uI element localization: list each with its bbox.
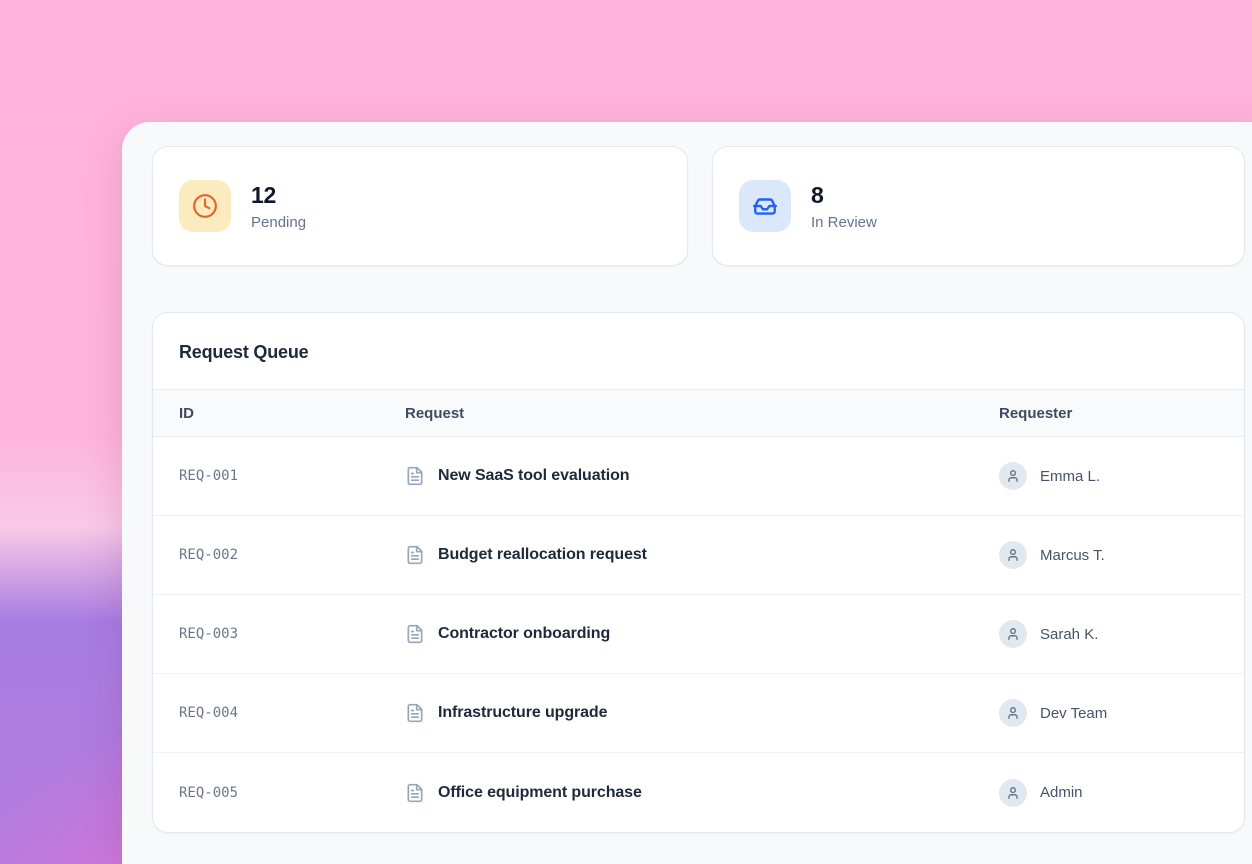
requester-cell: Sarah K. bbox=[999, 620, 1244, 648]
column-header-requester: Requester bbox=[999, 405, 1244, 422]
table-body: REQ-001 New SaaS tool evaluation bbox=[153, 437, 1244, 832]
requester-name: Admin bbox=[1040, 784, 1083, 801]
in-review-label: In Review bbox=[811, 214, 877, 231]
column-header-id: ID bbox=[179, 405, 405, 422]
request-title: Office equipment purchase bbox=[438, 784, 642, 802]
avatar bbox=[999, 699, 1027, 727]
avatar bbox=[999, 462, 1027, 490]
request-title: Infrastructure upgrade bbox=[438, 704, 607, 722]
table-row[interactable]: REQ-003 Contractor onboarding Sa bbox=[153, 595, 1244, 674]
requester-cell: Dev Team bbox=[999, 699, 1244, 727]
column-header-request: Request bbox=[405, 405, 999, 422]
user-icon bbox=[1006, 786, 1020, 800]
user-icon bbox=[1006, 627, 1020, 641]
requester-cell: Admin bbox=[999, 779, 1244, 807]
clock-icon bbox=[179, 180, 231, 232]
request-title-cell: Contractor onboarding bbox=[405, 624, 999, 644]
table-row[interactable]: REQ-005 Office equipment purchase bbox=[153, 753, 1244, 832]
avatar bbox=[999, 779, 1027, 807]
stat-card-in-review: 8 In Review bbox=[712, 146, 1245, 266]
request-id: REQ-005 bbox=[179, 785, 405, 801]
user-icon bbox=[1006, 548, 1020, 562]
request-id: REQ-002 bbox=[179, 547, 405, 563]
request-title: Budget reallocation request bbox=[438, 546, 647, 564]
user-icon bbox=[1006, 469, 1020, 483]
request-title-cell: Budget reallocation request bbox=[405, 545, 999, 565]
requester-cell: Emma L. bbox=[999, 462, 1244, 490]
request-title: New SaaS tool evaluation bbox=[438, 467, 629, 485]
document-icon bbox=[405, 466, 425, 486]
pending-count: 12 bbox=[251, 182, 306, 209]
request-queue-card: Request Queue ID Request Requester REQ-0… bbox=[152, 312, 1245, 833]
request-id: REQ-004 bbox=[179, 705, 405, 721]
table-row[interactable]: REQ-004 Infrastructure upgrade D bbox=[153, 674, 1244, 753]
request-title-cell: Infrastructure upgrade bbox=[405, 703, 999, 723]
pending-label: Pending bbox=[251, 214, 306, 231]
request-title: Contractor onboarding bbox=[438, 625, 610, 643]
requester-name: Dev Team bbox=[1040, 705, 1107, 722]
request-title-cell: New SaaS tool evaluation bbox=[405, 466, 999, 486]
table-header: ID Request Requester bbox=[153, 389, 1244, 437]
request-queue-title: Request Queue bbox=[153, 313, 1244, 389]
stat-text: 8 In Review bbox=[811, 182, 877, 231]
avatar bbox=[999, 541, 1027, 569]
inbox-icon bbox=[739, 180, 791, 232]
document-icon bbox=[405, 783, 425, 803]
in-review-count: 8 bbox=[811, 182, 877, 209]
document-icon bbox=[405, 703, 425, 723]
document-icon bbox=[405, 545, 425, 565]
request-title-cell: Office equipment purchase bbox=[405, 783, 999, 803]
avatar bbox=[999, 620, 1027, 648]
stat-card-pending: 12 Pending bbox=[152, 146, 688, 266]
table-row[interactable]: REQ-001 New SaaS tool evaluation bbox=[153, 437, 1244, 516]
main-panel: 12 Pending 8 In Review Request Queue bbox=[122, 122, 1252, 864]
requester-name: Emma L. bbox=[1040, 468, 1100, 485]
requester-cell: Marcus T. bbox=[999, 541, 1244, 569]
table-row[interactable]: REQ-002 Budget reallocation request bbox=[153, 516, 1244, 595]
request-id: REQ-001 bbox=[179, 468, 405, 484]
user-icon bbox=[1006, 706, 1020, 720]
requester-name: Marcus T. bbox=[1040, 547, 1105, 564]
stats-row: 12 Pending 8 In Review bbox=[152, 146, 1245, 266]
stat-text: 12 Pending bbox=[251, 182, 306, 231]
document-icon bbox=[405, 624, 425, 644]
requester-name: Sarah K. bbox=[1040, 626, 1098, 643]
request-id: REQ-003 bbox=[179, 626, 405, 642]
page-background: 12 Pending 8 In Review Request Queue bbox=[0, 0, 1252, 864]
